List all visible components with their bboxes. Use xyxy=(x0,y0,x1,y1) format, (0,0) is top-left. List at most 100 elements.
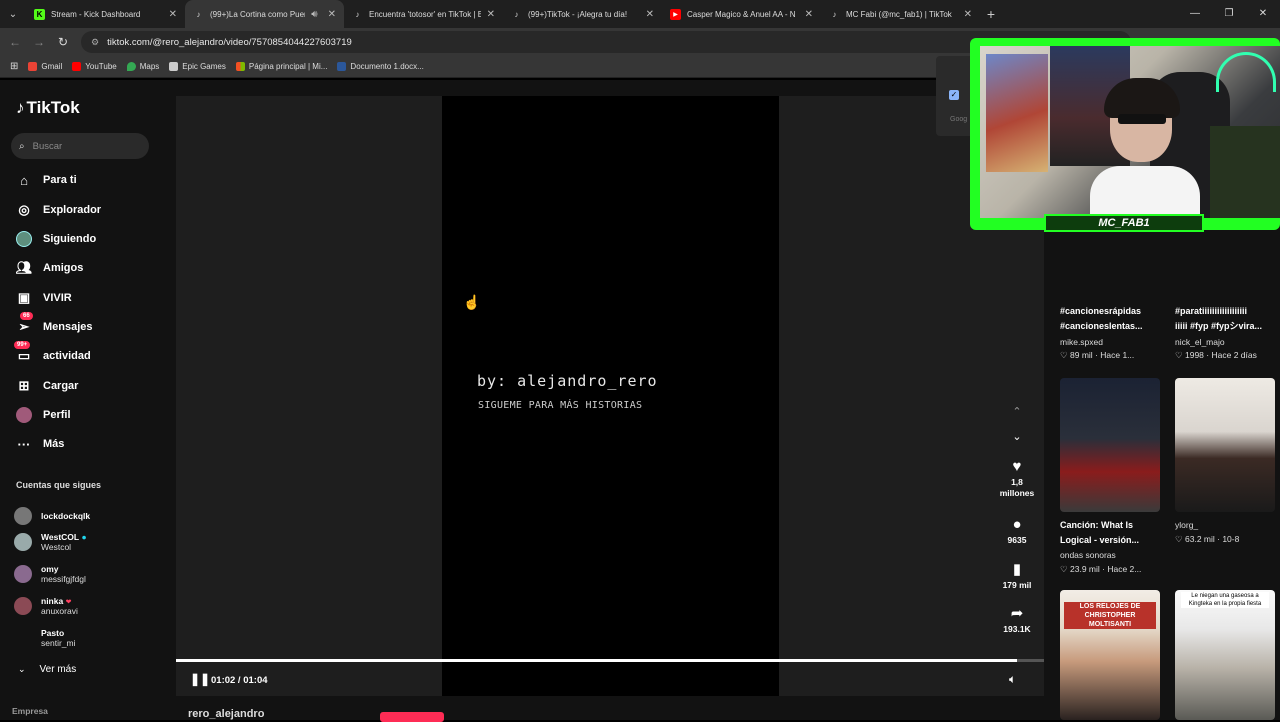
nav-mas[interactable]: ··· Más xyxy=(16,434,65,454)
webcam-feed xyxy=(980,46,1280,218)
close-window-icon[interactable]: ✕ xyxy=(1246,0,1280,28)
kick-icon: K xyxy=(34,8,45,20)
nav-vivir[interactable]: ▣ VIVIR xyxy=(16,288,72,308)
forward-icon[interactable]: → xyxy=(27,35,51,49)
search-input[interactable]: ⌕ Buscar xyxy=(11,133,149,159)
pause-button[interactable]: ❚❚ xyxy=(190,672,210,686)
search-placeholder: Buscar xyxy=(32,140,63,152)
apps-icon[interactable]: ⊞ xyxy=(10,61,18,72)
nav-label: actividad xyxy=(43,350,91,362)
followed-account[interactable]: lockdockqlk xyxy=(14,507,90,525)
nav-para-ti[interactable]: ⌂ Para ti xyxy=(16,170,77,190)
tab-close-icon[interactable]: ✕ xyxy=(964,9,972,20)
footer-link[interactable]: Empresa xyxy=(12,706,48,716)
tiktok-icon: ♪ xyxy=(832,9,837,19)
minimize-icon[interactable]: — xyxy=(1178,0,1212,28)
tab-audio-icon[interactable]: 🔊︎ xyxy=(311,9,317,20)
related-author[interactable]: nick_el_majo xyxy=(1175,337,1225,347)
tab-close-icon[interactable]: ✕ xyxy=(169,9,177,20)
tab-search-button[interactable]: ⌄ xyxy=(0,0,26,28)
browser-tab-strip: ⌄ K Stream - Kick Dashboard ✕ ♪ (99+)La … xyxy=(0,0,1280,28)
bookmark-youtube[interactable]: YouTube xyxy=(72,62,117,71)
related-author[interactable]: mike.spxed xyxy=(1060,337,1103,347)
browser-tab[interactable]: K Stream - Kick Dashboard ✕ xyxy=(26,0,185,28)
related-likes: 63.2 mil xyxy=(1185,534,1215,544)
tab-close-icon[interactable]: ✕ xyxy=(805,9,813,20)
related-video-info[interactable]: #cancionesrápidas #cancioneslentas... xyxy=(1060,304,1160,334)
new-tab-button[interactable]: + xyxy=(980,6,1002,22)
maps-icon xyxy=(126,62,136,71)
followed-account[interactable]: WestCOL ● Westcol xyxy=(14,532,87,552)
tiktok-logo[interactable]: ♪ TikTok xyxy=(16,98,80,118)
followed-account[interactable]: omy messifgjfdgl xyxy=(14,564,86,584)
background-plant xyxy=(1210,126,1280,218)
microsoft-icon xyxy=(235,62,245,71)
save-button[interactable]: ▮ 179 mil xyxy=(994,560,1040,591)
browser-tab[interactable]: ▶ Casper Magico & Anuel AA - N ✕ xyxy=(662,0,821,28)
heart-outline-icon: ♡ xyxy=(1060,564,1068,574)
bookmark-epic-games[interactable]: Epic Games xyxy=(169,62,226,71)
nav-siguiendo[interactable]: Siguiendo xyxy=(16,229,96,249)
see-more-button[interactable]: ⌄ Ver más xyxy=(18,664,76,675)
nav-label: VIVIR xyxy=(43,292,72,304)
related-author[interactable]: ylorg_ xyxy=(1175,520,1198,530)
related-video-thumbnail[interactable] xyxy=(1175,378,1275,512)
home-icon: ⌂ xyxy=(20,172,28,188)
activity-badge: 99+ xyxy=(14,341,31,349)
nav-amigos[interactable]: 👥︎ Amigos xyxy=(16,258,84,278)
related-author[interactable]: ondas sonoras xyxy=(1060,550,1116,560)
comment-button[interactable]: ● 9635 xyxy=(994,516,1040,546)
tab-close-icon[interactable]: ✕ xyxy=(646,9,654,20)
browser-tab[interactable]: ♪ Encuentra 'totosor' en TikTok | E ✕ xyxy=(344,0,503,28)
nav-explorador[interactable]: ◎ Explorador xyxy=(16,200,101,220)
like-button[interactable]: ♥ 1,8 millones xyxy=(994,458,1040,499)
tab-close-icon[interactable]: ✕ xyxy=(328,9,336,20)
nav-perfil[interactable]: Perfil xyxy=(16,405,71,425)
tiktok-icon: ♪ xyxy=(196,9,201,19)
volume-icon[interactable]: 🔈︎ xyxy=(1009,672,1016,687)
account-subname: Westcol xyxy=(41,542,72,552)
video-player[interactable] xyxy=(442,96,779,696)
related-video-info[interactable]: Canción: What Is Logical - versión... xyxy=(1060,518,1160,548)
next-video-icon[interactable]: ⌄ xyxy=(1010,430,1024,443)
url-text: tiktok.com/@rero_alejandro/video/7570854… xyxy=(107,36,352,48)
related-video-thumbnail[interactable] xyxy=(1060,378,1160,512)
previous-video-icon[interactable]: ⌃ xyxy=(1010,405,1024,418)
restore-icon[interactable]: ❐ xyxy=(1212,0,1246,28)
more-icon: ··· xyxy=(17,436,31,452)
share-button[interactable]: ➦ 193.1K xyxy=(994,604,1040,635)
video-author[interactable]: rero_alejandro xyxy=(188,708,264,720)
related-video-thumbnail[interactable]: LOS RELOJES DE CHRISTOPHER MOLTISANTI xyxy=(1060,590,1160,720)
nav-label: Para ti xyxy=(43,174,77,186)
nav-label: Cargar xyxy=(43,380,79,392)
bookmark-microsoft[interactable]: Página principal | Mi... xyxy=(235,62,327,71)
nav-actividad[interactable]: ▭ 99+ actividad xyxy=(14,341,91,366)
neon-light xyxy=(1216,52,1276,92)
video-progress-bar[interactable] xyxy=(176,659,1044,662)
related-video-thumbnail[interactable]: Le niegan una gaseosa a Kingteka en la p… xyxy=(1175,590,1275,720)
checkbox-icon[interactable]: ✓ xyxy=(949,90,959,100)
follow-button[interactable] xyxy=(380,712,444,722)
back-icon[interactable]: ← xyxy=(3,35,27,49)
followed-account[interactable]: Pasto sentir_mi xyxy=(14,628,75,648)
browser-tab[interactable]: ♪ MC Fabi (@mc_fab1) | TikTok ✕ xyxy=(821,0,980,28)
bookmark-gmail[interactable]: Gmail xyxy=(28,62,62,71)
tiktok-icon: ♪ xyxy=(355,9,360,19)
nav-cargar[interactable]: ⊞ Cargar xyxy=(16,376,79,396)
save-count: 179 mil xyxy=(1002,580,1032,590)
bookmark-word-doc[interactable]: Documento 1.docx... xyxy=(337,62,424,71)
related-age: Hace 2... xyxy=(1107,564,1142,574)
site-info-icon[interactable]: ⚙ xyxy=(91,37,99,48)
nav-mensajes[interactable]: ➢ 66 Mensajes xyxy=(16,312,93,337)
bookmark-maps[interactable]: Maps xyxy=(126,62,159,71)
related-age: Hace 1... xyxy=(1100,350,1135,360)
related-video-info[interactable]: #paratiiiiiiiiiiiiiiiiii iiiii #fyp #fyp… xyxy=(1175,304,1275,334)
thumbnail-caption: Le niegan una gaseosa a Kingteka en la p… xyxy=(1181,592,1269,608)
browser-tab-active[interactable]: ♪ (99+)La Cortina como Puer 🔊︎ ✕ xyxy=(185,0,344,28)
browser-tab[interactable]: ♪ (99+)TikTok - ¡Alegra tu día! ✕ xyxy=(503,0,662,28)
reload-icon[interactable]: ↻ xyxy=(51,35,75,49)
heart-outline-icon: ♡ xyxy=(1175,534,1183,544)
tab-close-icon[interactable]: ✕ xyxy=(487,9,495,20)
followed-account[interactable]: ninka ❤ anuxoravi xyxy=(14,596,78,616)
bookmark-label: Gmail xyxy=(41,62,63,71)
